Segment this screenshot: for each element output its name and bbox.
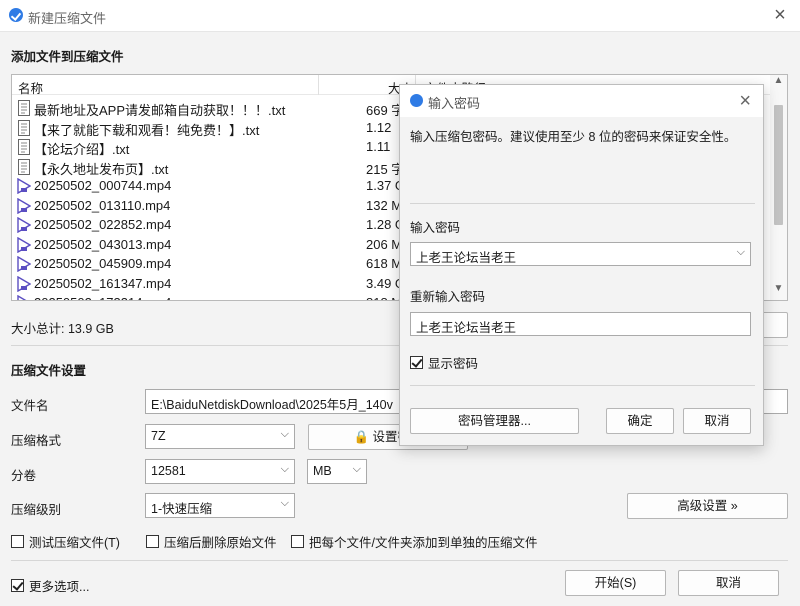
more-options-checkbox[interactable]: 更多选项... (11, 576, 89, 595)
dialog-ok-button[interactable]: 确定 (606, 408, 674, 434)
scrollbar-thumb[interactable] (774, 105, 783, 225)
dialog-cancel-button[interactable]: 取消 (683, 408, 751, 434)
file-list-scrollbar[interactable]: ▲ ▼ (770, 75, 787, 300)
checkbox-box (146, 535, 159, 548)
file-size: 818 M (366, 295, 402, 300)
password-description: 输入压缩包密码。建议使用至少 8 位的密码来保证安全性。 (410, 130, 737, 144)
column-separator[interactable] (318, 75, 319, 95)
separate-archives-label: 把每个文件/文件夹添加到单独的压缩文件 (309, 536, 538, 550)
dialog-separator (410, 385, 755, 386)
format-select[interactable]: 7Z ⌵ (145, 424, 295, 449)
level-select[interactable]: 1-快速压缩 ⌵ (145, 493, 295, 518)
format-label: 压缩格式 (11, 434, 62, 448)
file-name: 最新地址及APP请发邮箱自动获取！！！.txt (34, 103, 286, 118)
text-file-icon (17, 158, 31, 175)
dialog-separator (410, 203, 755, 204)
file-size: 1.12 (366, 119, 392, 135)
video-file-icon (17, 216, 32, 234)
show-password-checkbox[interactable]: 显示密码 (410, 353, 478, 372)
file-size: 206 M (366, 236, 403, 252)
file-size: 132 M (366, 197, 403, 213)
column-header-name[interactable]: 名称 (18, 78, 43, 97)
app-logo-icon (410, 94, 423, 107)
lock-icon: 🔒 (353, 430, 370, 444)
hidden-button[interactable] (762, 312, 788, 338)
file-size: 1.11 (366, 139, 391, 154)
delete-after-checkbox[interactable]: 压缩后删除原始文件 (146, 532, 277, 551)
delete-after-label: 压缩后删除原始文件 (164, 536, 277, 550)
dialog-close-icon[interactable]: × (739, 90, 751, 113)
video-file-icon (17, 275, 32, 292)
checkbox-box (291, 535, 304, 548)
split-value: 12581 (151, 464, 186, 478)
file-name: 20250502_173314.mp4 (34, 295, 171, 300)
chevron-down-icon: ⌵ (352, 463, 361, 475)
split-label: 分卷 (11, 469, 37, 483)
start-button[interactable]: 开始(S) (565, 570, 666, 596)
file-name: 20250502_000744.mp4 (34, 178, 172, 193)
file-name: 【永久地址发布页】.txt (34, 161, 169, 177)
split-unit-select[interactable]: MB ⌵ (307, 459, 367, 484)
settings-heading: 压缩文件设置 (11, 364, 87, 378)
file-name: 20250502_045909.mp4 (34, 256, 172, 271)
format-value: 7Z (151, 429, 166, 443)
text-file-icon (17, 100, 31, 116)
confirm-password-input[interactable]: 上老王论坛当老王 (410, 312, 751, 336)
file-name: 【论坛介绍】.txt (34, 142, 130, 157)
cancel-button[interactable]: 取消 (678, 570, 779, 596)
chevron-down-icon: ⌵ (280, 428, 289, 440)
app-logo-icon (9, 8, 23, 22)
split-unit-value: MB (313, 464, 332, 478)
file-name: 20250502_043013.mp4 (34, 236, 172, 252)
text-file-icon (17, 139, 31, 155)
password-label: 输入密码 (410, 221, 461, 235)
window-close-icon[interactable]: × (770, 5, 790, 25)
more-options-label: 更多选项... (29, 580, 90, 594)
window-titlebar: 新建压缩文件 × (0, 0, 800, 32)
video-file-icon (17, 177, 32, 195)
advanced-settings-button[interactable]: 高级设置 » (627, 493, 788, 519)
password-dialog: 输入密码 × 输入压缩包密码。建议使用至少 8 位的密码来保证安全性。 输入密码… (399, 84, 764, 446)
file-size: 618 M (366, 256, 403, 271)
video-file-icon (17, 197, 32, 214)
video-file-icon (17, 236, 32, 253)
window-title: 新建压缩文件 (28, 11, 107, 26)
video-file-icon (17, 255, 32, 273)
checkbox-box (11, 535, 24, 548)
filename-label: 文件名 (11, 399, 49, 413)
level-label: 压缩级别 (11, 503, 62, 517)
test-archive-label: 测试压缩文件(T) (29, 536, 120, 550)
chevron-down-icon: ⌵ (280, 463, 289, 475)
split-size-input[interactable]: 12581 ⌵ (145, 459, 295, 484)
chevron-down-icon[interactable]: ⌵ (737, 246, 745, 259)
password-dialog-titlebar: 输入密码 × (400, 85, 763, 117)
checkbox-box-checked (11, 579, 24, 592)
scroll-up-icon[interactable]: ▲ (770, 75, 787, 92)
password-value: 上老王论坛当老王 (416, 251, 517, 265)
video-file-icon (17, 294, 31, 300)
show-password-label: 显示密码 (428, 357, 479, 371)
add-files-heading: 添加文件到压缩文件 (11, 50, 124, 64)
chevron-down-icon: ⌵ (280, 497, 289, 509)
file-name: 20250502_013110.mp4 (34, 197, 171, 213)
confirm-password-label: 重新输入密码 (410, 290, 486, 304)
scroll-down-icon[interactable]: ▼ (770, 283, 787, 300)
file-name: 【来了就能下载和观看！纯免费！】.txt (34, 122, 260, 138)
test-archive-checkbox[interactable]: 测试压缩文件(T) (11, 532, 120, 551)
footer-divider (11, 560, 788, 561)
text-file-icon (17, 119, 31, 136)
file-name: 20250502_161347.mp4 (34, 275, 172, 291)
level-value: 1-快速压缩 (151, 502, 213, 516)
total-size-label: 大小总计: 13.9 GB (11, 322, 114, 336)
password-input[interactable]: 上老王论坛当老王 ⌵ (410, 242, 751, 266)
separate-archives-checkbox[interactable]: 把每个文件/文件夹添加到单独的压缩文件 (291, 532, 537, 551)
password-manager-button[interactable]: 密码管理器... (410, 408, 579, 434)
password-dialog-title: 输入密码 (428, 96, 481, 111)
file-name: 20250502_022852.mp4 (34, 217, 172, 232)
checkbox-box-checked (410, 356, 423, 369)
